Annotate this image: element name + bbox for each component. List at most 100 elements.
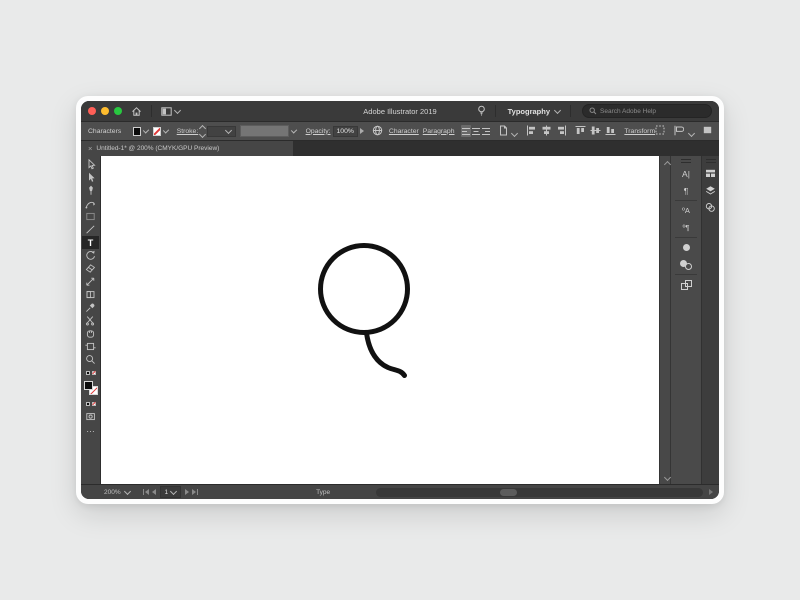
workspace-switcher[interactable]: Typography xyxy=(501,104,565,118)
fill-color-swatch[interactable] xyxy=(133,126,141,136)
paragraph-panel-tab[interactable]: ¶ xyxy=(671,182,701,199)
stroke-weight-stepper[interactable] xyxy=(199,124,207,138)
minimize-window-button[interactable] xyxy=(101,107,109,115)
close-tab-icon[interactable]: × xyxy=(88,145,92,153)
panel-dock-strip xyxy=(701,156,719,484)
scroll-down-arrow-icon[interactable] xyxy=(663,473,672,482)
variable-width-profile-field[interactable] xyxy=(239,125,290,137)
previous-artboard-button[interactable] xyxy=(152,489,157,495)
paragraph-panel-link[interactable]: Paragraph xyxy=(423,128,455,135)
last-artboard-icon xyxy=(192,489,197,495)
zoom-level-select[interactable]: 200% xyxy=(104,487,132,496)
selection-tool[interactable] xyxy=(82,158,99,171)
selection-options-button[interactable] xyxy=(655,125,665,137)
horizontal-scrollbar[interactable] xyxy=(376,487,703,497)
align-text-center-button[interactable] xyxy=(471,125,481,137)
align-horizontal-center-button[interactable] xyxy=(541,125,552,138)
artboard-canvas[interactable] xyxy=(101,156,659,484)
edit-toolbar-button[interactable]: … xyxy=(82,423,99,436)
gradient-panel-tab[interactable] xyxy=(671,256,701,273)
opacity-value-field[interactable]: 100% xyxy=(332,125,358,137)
rotate-tool[interactable] xyxy=(82,249,99,262)
scissors-icon xyxy=(85,316,95,326)
zoom-tool[interactable] xyxy=(82,353,99,366)
default-fill-stroke-button[interactable] xyxy=(82,366,99,379)
libraries-panel-button[interactable] xyxy=(702,165,719,182)
chevron-down-icon xyxy=(162,126,169,134)
stroke-weight-select[interactable] xyxy=(207,125,236,137)
panel-menu-button[interactable] xyxy=(703,126,712,136)
pen-tool[interactable] xyxy=(82,184,99,197)
document-setup-globe-button[interactable] xyxy=(372,125,383,138)
zoom-window-button[interactable] xyxy=(114,107,122,115)
arrange-documents-button[interactable] xyxy=(157,104,185,118)
circle-with-tail-path xyxy=(318,243,410,378)
transform-link[interactable]: Transform xyxy=(624,128,655,135)
curvature-tool[interactable] xyxy=(82,197,99,210)
panel-drag-handle[interactable] xyxy=(681,159,691,163)
artboard-number-select[interactable]: 1 xyxy=(160,486,182,498)
align-h-center-icon xyxy=(542,125,551,135)
rectangle-tool[interactable] xyxy=(82,210,99,223)
home-button[interactable] xyxy=(127,104,146,118)
stroke-label[interactable]: Stroke: xyxy=(177,128,199,135)
symbols-panel-button[interactable] xyxy=(702,199,719,216)
align-text-right-button[interactable] xyxy=(481,125,491,137)
last-artboard-button[interactable] xyxy=(192,489,199,495)
artboard-tool[interactable] xyxy=(82,340,99,353)
direct-selection-tool[interactable] xyxy=(82,171,99,184)
character-panel-tab[interactable]: A| xyxy=(671,165,701,182)
next-artboard-button[interactable] xyxy=(185,489,190,495)
document-tab[interactable]: × Untitled-1* @ 200% (CMYK/GPU Preview) xyxy=(81,141,293,156)
document-options-button[interactable] xyxy=(499,125,519,138)
lightbulb-icon xyxy=(477,105,485,116)
title-bar: Adobe Illustrator 2019 Typography Search xyxy=(81,101,719,122)
line-segment-tool[interactable] xyxy=(82,223,99,236)
horizontal-scrollbar-thumb[interactable] xyxy=(500,488,518,496)
search-input[interactable]: Search Adobe Help xyxy=(582,104,712,118)
chevron-down-icon xyxy=(224,126,232,134)
layers-panel-button[interactable] xyxy=(702,182,719,199)
opacity-label[interactable]: Opacity: xyxy=(306,128,331,135)
symbols-icon xyxy=(705,203,715,212)
align-horizontal-right-button[interactable] xyxy=(556,125,567,138)
isolate-selection-button[interactable] xyxy=(673,125,696,138)
align-horizontal-left-button[interactable] xyxy=(526,125,537,138)
align-v-top-icon xyxy=(575,125,586,134)
stroke-color-swatch[interactable] xyxy=(152,126,161,136)
document-icon xyxy=(499,125,507,135)
search-icon xyxy=(589,107,597,115)
scissors-tool[interactable] xyxy=(82,314,99,327)
left-toolbar: T … xyxy=(81,156,101,484)
color-controls[interactable] xyxy=(82,397,99,410)
type-tool[interactable]: T xyxy=(82,236,99,249)
width-tool[interactable] xyxy=(82,288,99,301)
close-window-button[interactable] xyxy=(88,107,96,115)
hand-tool[interactable] xyxy=(82,327,99,340)
opacity-popup-arrow-icon[interactable] xyxy=(359,128,364,134)
artboards-panel-tab[interactable] xyxy=(671,276,701,293)
color-panel-tab[interactable] xyxy=(671,239,701,256)
scale-tool[interactable] xyxy=(82,275,99,288)
align-vertical-bottom-button[interactable] xyxy=(605,125,616,138)
gpu-performance-button[interactable] xyxy=(473,104,490,118)
align-vertical-top-button[interactable] xyxy=(575,125,586,138)
vertical-scrollbar[interactable] xyxy=(659,156,672,484)
selection-arrow-icon xyxy=(88,159,96,170)
scroll-right-arrow-icon[interactable] xyxy=(709,489,713,495)
character-panel-link[interactable]: Character xyxy=(389,128,419,135)
align-text-left-button[interactable] xyxy=(460,125,471,137)
first-artboard-button[interactable] xyxy=(143,489,150,495)
chevron-down-icon xyxy=(511,129,519,137)
eraser-tool[interactable] xyxy=(82,262,99,275)
align-vertical-center-button[interactable] xyxy=(590,125,601,138)
scroll-up-arrow-icon[interactable] xyxy=(663,160,672,169)
character-styles-panel-tab[interactable]: ºA xyxy=(671,202,701,219)
panel-drag-handle[interactable] xyxy=(705,159,716,163)
pen-nib-icon xyxy=(88,185,93,195)
eyedropper-tool[interactable] xyxy=(82,301,99,314)
fill-stroke-indicator[interactable] xyxy=(82,379,99,397)
drawing-modes-button[interactable] xyxy=(82,410,99,423)
paragraph-styles-panel-tab[interactable]: º¶ xyxy=(671,219,701,236)
fill-swatch-black[interactable] xyxy=(83,381,93,390)
